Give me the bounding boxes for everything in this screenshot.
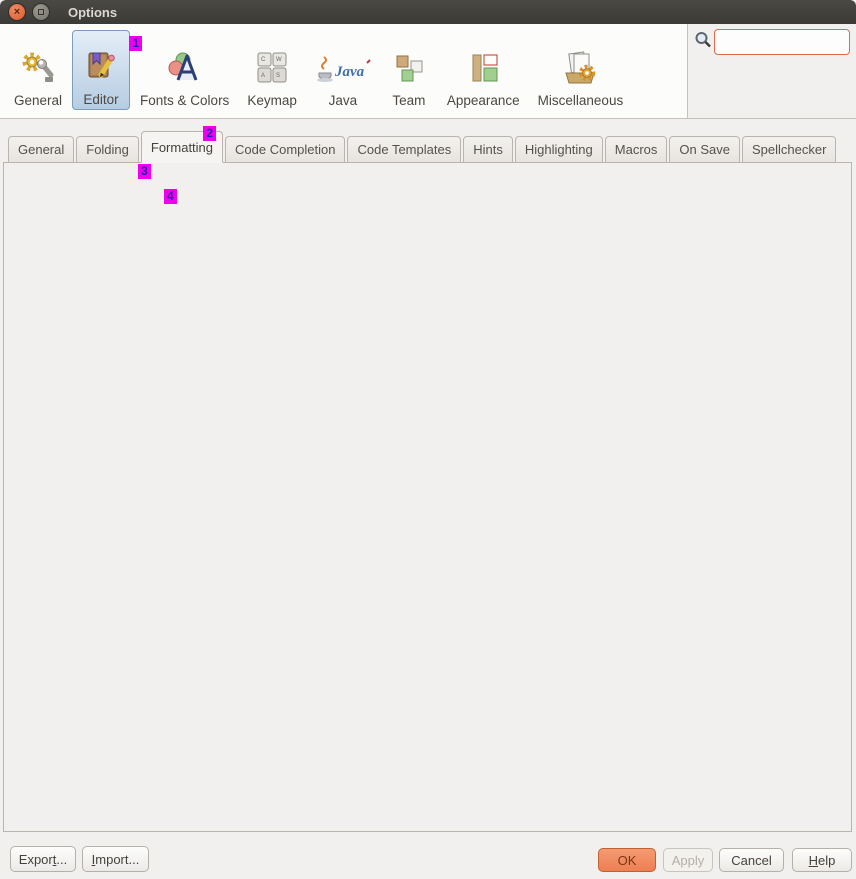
svg-text:S: S bbox=[276, 73, 280, 79]
tab-label: Spellchecker bbox=[752, 142, 826, 157]
toolbar-item-fonts-colors[interactable]: Fonts & Colors bbox=[132, 28, 237, 110]
tab-label: Macros bbox=[615, 142, 658, 157]
toolbar-item-label: Appearance bbox=[447, 93, 520, 108]
tab-label: Highlighting bbox=[525, 142, 593, 157]
tab-highlighting[interactable]: Highlighting bbox=[515, 136, 603, 163]
tab-label: Code Completion bbox=[235, 142, 335, 157]
toolbar-item-label: Java bbox=[329, 93, 358, 108]
help-button[interactable]: Help bbox=[792, 848, 852, 872]
toolbar-item-editor[interactable]: 1 Editor bbox=[72, 30, 130, 110]
svg-text:A: A bbox=[261, 73, 265, 79]
toolbar-item-label: Fonts & Colors bbox=[140, 93, 229, 108]
tab-label: Code Templates bbox=[357, 142, 451, 157]
formatting-panel bbox=[3, 162, 852, 832]
export-button[interactable]: Export... bbox=[10, 846, 76, 872]
toolbar-item-label: Keymap bbox=[247, 93, 297, 108]
tab-on-save[interactable]: On Save bbox=[669, 136, 740, 163]
toolbar-item-team[interactable]: Team bbox=[381, 28, 437, 110]
title-bar[interactable]: × Options bbox=[0, 0, 856, 24]
toolbar-item-general[interactable]: General bbox=[6, 28, 70, 110]
java-icon: Java bbox=[315, 47, 371, 89]
tab-general[interactable]: General bbox=[8, 136, 74, 163]
button-label: Export... bbox=[19, 852, 67, 867]
search-input[interactable] bbox=[714, 29, 850, 55]
search-icon bbox=[694, 31, 712, 52]
button-label: Cancel bbox=[731, 853, 771, 868]
annotation-badge-3: 3 bbox=[138, 164, 151, 179]
miscellaneous-icon bbox=[558, 47, 602, 89]
keymap-icon: C W A S bbox=[252, 47, 292, 89]
tab-label: Hints bbox=[473, 142, 503, 157]
annotation-badge-2: 2 bbox=[203, 126, 216, 141]
toolbar-item-miscellaneous[interactable]: Miscellaneous bbox=[530, 28, 632, 110]
tab-folding[interactable]: Folding bbox=[76, 136, 139, 163]
toolbar-item-label: Editor bbox=[83, 92, 118, 107]
toolbar-item-label: Miscellaneous bbox=[538, 93, 624, 108]
tab-hints[interactable]: Hints bbox=[463, 136, 513, 163]
tab-formatting[interactable]: 2 Formatting bbox=[141, 131, 223, 163]
cancel-button[interactable]: Cancel bbox=[719, 848, 784, 872]
tab-label: On Save bbox=[679, 142, 730, 157]
fonts-colors-icon bbox=[163, 47, 207, 89]
toolbar-item-java[interactable]: Java Java bbox=[307, 28, 379, 110]
search-area bbox=[688, 24, 856, 119]
svg-text:W: W bbox=[276, 57, 282, 63]
toolbar-item-label: General bbox=[14, 93, 62, 108]
button-label: Help bbox=[809, 853, 836, 868]
tab-label: General bbox=[18, 142, 64, 157]
restore-window-button[interactable] bbox=[32, 3, 50, 21]
tab-code-templates[interactable]: Code Templates bbox=[347, 136, 461, 163]
svg-text:C: C bbox=[261, 57, 266, 63]
button-label: Import... bbox=[92, 852, 140, 867]
tab-label: Formatting bbox=[151, 140, 213, 155]
window-title: Options bbox=[68, 5, 117, 20]
team-icon bbox=[389, 47, 429, 89]
options-dialog: × Options General 1 bbox=[0, 0, 856, 879]
tab-label: Folding bbox=[86, 142, 129, 157]
category-toolbar: General 1 Editor bbox=[0, 24, 688, 119]
import-button[interactable]: Import... bbox=[82, 846, 149, 872]
button-label: Apply bbox=[672, 853, 705, 868]
annotation-badge-4: 4 bbox=[164, 189, 177, 204]
toolbar-item-appearance[interactable]: Appearance bbox=[439, 28, 528, 110]
tab-macros[interactable]: Macros bbox=[605, 136, 668, 163]
svg-text:Java: Java bbox=[334, 64, 365, 80]
ok-button[interactable]: OK bbox=[598, 848, 656, 872]
apply-button: Apply bbox=[663, 848, 713, 872]
appearance-icon bbox=[463, 47, 503, 89]
editor-tabbar: General Folding 2 Formatting Code Comple… bbox=[8, 131, 838, 163]
button-label: OK bbox=[618, 853, 637, 868]
toolbar-item-label: Team bbox=[392, 93, 425, 108]
tab-code-completion[interactable]: Code Completion bbox=[225, 136, 345, 163]
editor-icon bbox=[81, 46, 121, 88]
close-window-button[interactable]: × bbox=[8, 3, 26, 21]
tab-spellchecker[interactable]: Spellchecker bbox=[742, 136, 836, 163]
toolbar-item-keymap[interactable]: C W A S Keymap bbox=[239, 28, 305, 110]
general-icon bbox=[18, 47, 58, 89]
